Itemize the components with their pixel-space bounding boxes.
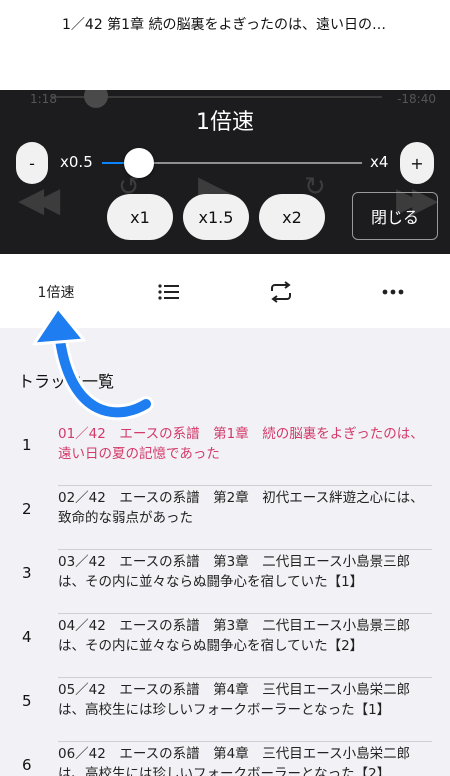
track-number: 1 xyxy=(22,436,32,454)
track-number: 5 xyxy=(22,692,32,710)
track-number: 2 xyxy=(22,500,32,518)
track-item[interactable]: 2 02／42 エースの系譜 第2章 初代エース絆遊之心には、致命的な弱点があっ… xyxy=(0,486,450,550)
track-item[interactable]: 5 05／42 エースの系譜 第4章 三代目エース小島栄二郎は、高校生には珍しい… xyxy=(0,678,450,742)
list-icon[interactable] xyxy=(152,276,186,308)
close-button[interactable]: 閉じる xyxy=(352,192,438,240)
track-item[interactable]: 1 01／42 エースの系譜 第1章 続の脳裏をよぎったのは、遠い日の夏の記憶で… xyxy=(0,422,450,486)
track-title: 03／42 エースの系譜 第3章 二代目エース小島景三郎は、その内に並々ならぬ闘… xyxy=(58,554,411,590)
speed-preset-x2-button[interactable]: x2 xyxy=(259,194,325,240)
speed-preset-x1-button[interactable]: x1 xyxy=(107,194,173,240)
track-item[interactable]: 3 03／42 エースの系譜 第3章 二代目エース小島景三郎は、その内に並々なら… xyxy=(0,550,450,614)
track-list: トラック一覧 1 01／42 エースの系譜 第1章 続の脳裏をよぎったのは、遠い… xyxy=(0,328,450,776)
track-title: 05／42 エースの系譜 第4章 三代目エース小島栄二郎は、高校生には珍しいフォ… xyxy=(58,682,411,718)
track-number: 3 xyxy=(22,564,32,582)
speed-decrease-button[interactable]: - xyxy=(16,142,48,184)
playback-speed-button[interactable]: 1倍速 xyxy=(28,276,84,308)
now-playing-title: 1／42 第1章 続の脳裏をよぎったのは、遠い日の… xyxy=(62,17,386,33)
track-item[interactable]: 6 06／42 エースの系譜 第4章 三代目エース小島栄二郎は、高校生には珍しい… xyxy=(0,742,450,776)
speed-title: 1倍速 xyxy=(196,110,254,135)
track-number: 4 xyxy=(22,628,32,646)
now-playing-header: 1／42 第1章 続の脳裏をよぎったのは、遠い日の… xyxy=(0,0,450,90)
speed-slider[interactable] xyxy=(102,148,362,178)
speed-preset-x1-5-button[interactable]: x1.5 xyxy=(183,194,249,240)
speed-min-label: x0.5 xyxy=(60,153,93,171)
speed-max-label: x4 xyxy=(370,153,389,171)
track-list-heading: トラック一覧 xyxy=(18,372,115,391)
more-icon[interactable] xyxy=(376,276,410,308)
repeat-icon[interactable] xyxy=(264,276,298,308)
track-title: 06／42 エースの系譜 第4章 三代目エース小島栄二郎は、高校生には珍しいフォ… xyxy=(58,746,411,776)
speed-slider-thumb[interactable] xyxy=(124,148,154,178)
speed-panel: 1:18 -18:40 ◀◀ ↺ ▶ ↻ ▶▶ 1倍速 - x0.5 x4 + … xyxy=(0,90,450,254)
player-toolbar: 1倍速 xyxy=(0,254,450,328)
rewind-icon: ◀◀ xyxy=(18,180,60,220)
speed-increase-button[interactable]: + xyxy=(400,142,434,184)
track-title: 02／42 エースの系譜 第2章 初代エース絆遊之心には、致命的な弱点があった xyxy=(58,490,424,526)
track-title: 04／42 エースの系譜 第3章 二代目エース小島景三郎は、その内に並々ならぬ闘… xyxy=(58,618,411,654)
track-item[interactable]: 4 04／42 エースの系譜 第3章 二代目エース小島景三郎は、その内に並々なら… xyxy=(0,614,450,678)
track-number: 6 xyxy=(22,756,32,774)
track-title: 01／42 エースの系譜 第1章 続の脳裏をよぎったのは、遠い日の夏の記憶であっ… xyxy=(58,426,424,462)
